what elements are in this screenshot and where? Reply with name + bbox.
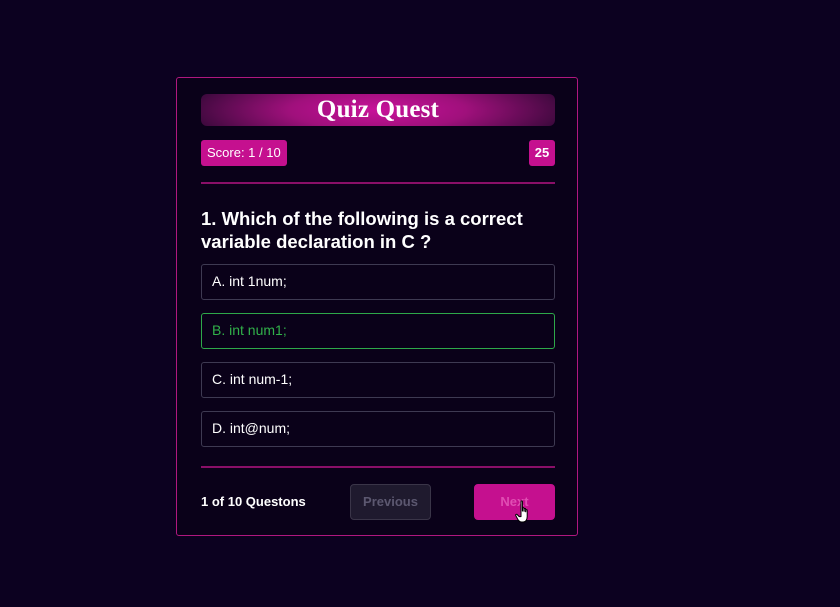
header-divider (201, 182, 555, 184)
quiz-title: Quiz Quest (316, 96, 440, 123)
option-b[interactable]: B. int num1; (201, 313, 555, 349)
quiz-card: Quiz Quest Score: 1 / 10 25 1. Which of … (176, 77, 578, 536)
previous-button[interactable]: Previous (350, 484, 431, 520)
footer-divider (201, 466, 555, 468)
question-text: 1. Which of the following is a correct v… (201, 208, 523, 252)
title-banner: Quiz Quest (201, 94, 555, 126)
option-d[interactable]: D. int@num; (201, 411, 555, 447)
hand-pointer-cursor-icon (515, 500, 528, 523)
score-badge: Score: 1 / 10 (201, 140, 287, 166)
question-progress: 1 of 10 Questons (201, 494, 306, 509)
option-c[interactable]: C. int num-1; (201, 362, 555, 398)
timer-badge: 25 (529, 140, 555, 166)
option-a[interactable]: A. int 1num; (201, 264, 555, 300)
